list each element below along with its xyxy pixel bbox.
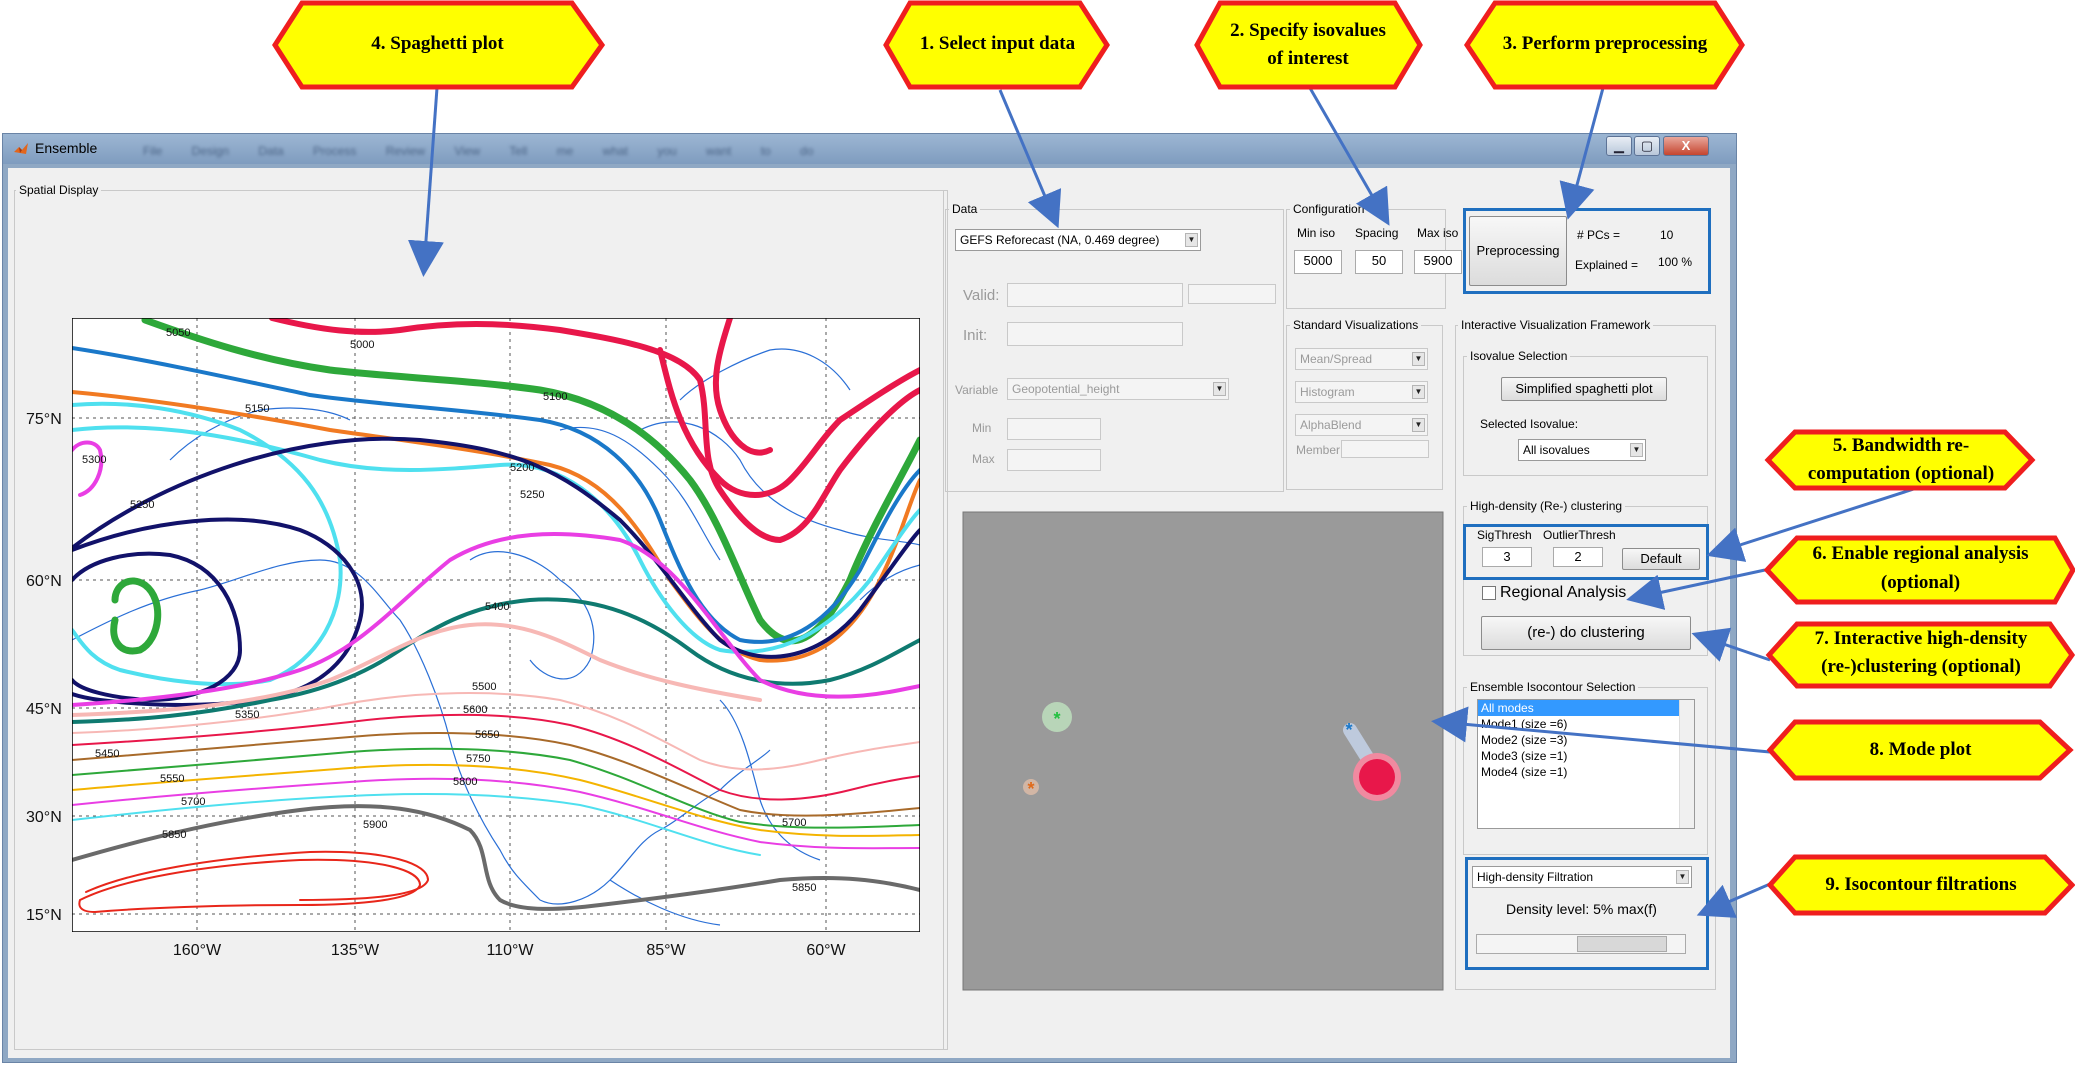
callout-clustering-l1: 7. Interactive high-density — [1814, 628, 2028, 649]
callout-2-shape — [1194, 0, 1423, 90]
callout-preprocessing: 3. Perform preprocessing — [1502, 33, 1708, 54]
callout-specify-isovalues-l2: of interest — [1267, 48, 1349, 69]
callout-clustering-l2: (re-)clustering (optional) — [1821, 656, 2021, 677]
callout-bandwidth-l1: 5. Bandwidth re- — [1832, 435, 1970, 456]
callout-mode-plot: 8. Mode plot — [1869, 739, 1972, 760]
callout-spaghetti-plot: 4. Spaghetti plot — [371, 33, 504, 54]
callout-filtrations: 9. Isocontour filtrations — [1825, 874, 2017, 895]
callout-select-input: 1. Select input data — [919, 33, 1076, 54]
callout-regional-l2: (optional) — [1880, 572, 1961, 593]
callout-regional-l1: 6. Enable regional analysis — [1812, 543, 2029, 564]
callout-specify-isovalues-l1: 2. Specify isovalues — [1230, 20, 1386, 41]
callout-bandwidth-l2: computation (optional) — [1807, 463, 1995, 484]
callout-shapes — [272, 0, 2075, 916]
